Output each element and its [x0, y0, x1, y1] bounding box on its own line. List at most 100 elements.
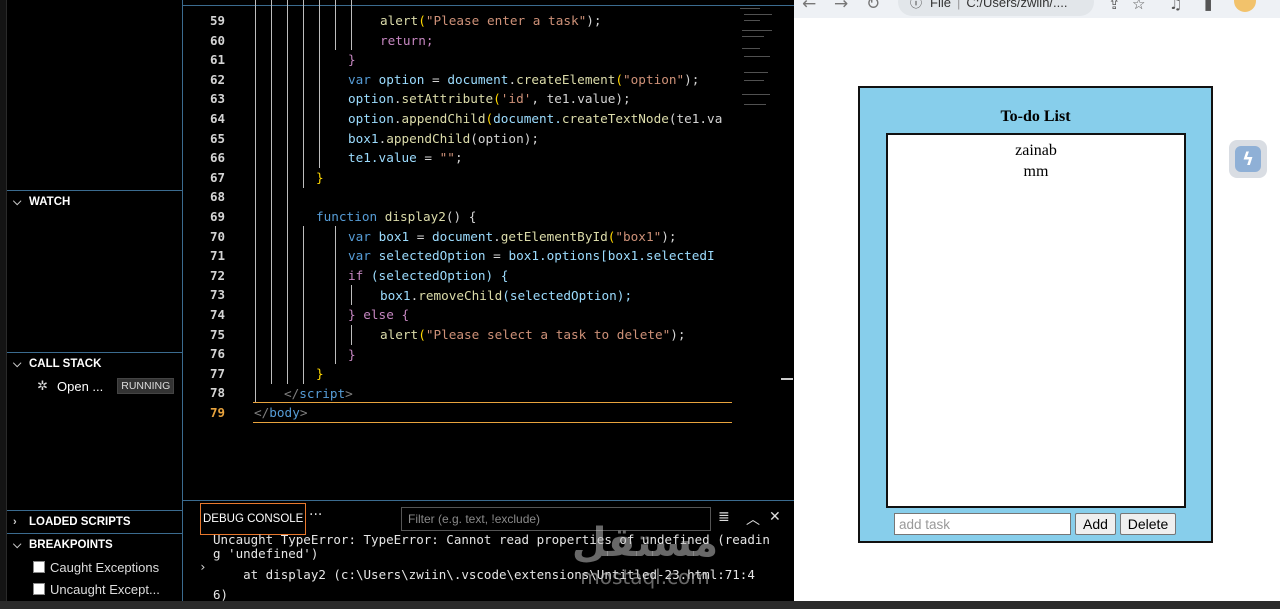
indent-guide	[255, 0, 256, 402]
line-number: 62	[209, 71, 225, 87]
list-item[interactable]: mm	[888, 161, 1184, 182]
address-bar[interactable]: ⓘ File | C:/Users/zwiin/....	[898, 0, 1094, 16]
reload-icon[interactable]: ↻	[866, 0, 880, 14]
todo-app: To-do List zainab mm add task Add Delete	[858, 86, 1213, 543]
editor-top-border	[183, 0, 794, 6]
more-actions-icon[interactable]: ···	[309, 507, 322, 523]
list-item[interactable]: zainab	[888, 140, 1184, 161]
add-button[interactable]: Add	[1075, 513, 1116, 535]
loaded-scripts-section: › LOADED SCRIPTS	[7, 510, 182, 533]
close-icon[interactable]: ✕	[769, 509, 781, 525]
share-icon[interactable]: ⇪	[1108, 0, 1121, 13]
indent-guide	[303, 0, 304, 188]
expand-chevron-icon[interactable]: ›	[199, 559, 207, 574]
code-token: (selectedOption);	[502, 288, 633, 303]
watch-label: WATCH	[29, 196, 71, 208]
code-token: =	[409, 229, 433, 244]
code-token: box1	[380, 288, 411, 303]
chevron-right-icon: ›	[13, 516, 17, 528]
code-line-65: box1.appendChild(option);	[348, 131, 539, 146]
code-token: document	[447, 72, 509, 87]
code-token: "box1"	[615, 229, 662, 244]
line-number: 68	[209, 189, 225, 205]
breakpoint-uncaught[interactable]: Uncaught Except...	[7, 578, 182, 600]
line-number: 60	[209, 32, 225, 48]
browser-toolbar: ← → ↻ ⓘ File | C:/Users/zwiin/.... ⇪ ☆ ♫…	[794, 0, 1280, 18]
code-token: }	[316, 170, 324, 185]
info-icon[interactable]: ⓘ	[910, 0, 922, 11]
code-editor[interactable]: 59 60 61 62 63 64 65 66 67 68 69 70 71 72 73 74 75 76 77 78…	[183, 0, 794, 500]
indent-guide	[287, 0, 288, 384]
indent-guide	[351, 0, 352, 50]
code-line-75: alert("Please select a task to delete");	[380, 327, 686, 342]
call-stack-section: ⌵ CALL STACK ✲ Open ... RUNNING	[7, 352, 182, 510]
code-token: "Please enter a task"	[425, 13, 587, 28]
todo-listbox[interactable]: zainab mm	[886, 133, 1186, 508]
code-token: var	[348, 248, 371, 263]
forward-icon[interactable]: →	[834, 0, 848, 14]
delete-button[interactable]: Delete	[1120, 513, 1176, 535]
checkbox[interactable]	[33, 561, 45, 573]
code-token: if	[348, 268, 364, 283]
url-text: C:/Users/zwiin/....	[966, 0, 1068, 10]
code-token: appendChild	[401, 111, 486, 126]
debug-sidebar: ⌵ WATCH ⌵ CALL STACK ✲ Open ... RUNNING …	[0, 0, 183, 609]
status-badge: RUNNING	[117, 378, 175, 394]
watch-section: ⌵ WATCH	[7, 190, 182, 352]
code-token: option	[348, 91, 394, 106]
code-token: display2	[384, 209, 446, 224]
activity-bar-edge	[0, 0, 7, 609]
code-token: =	[416, 150, 440, 165]
code-token: ""	[439, 150, 455, 165]
extension-floating-button[interactable]: ϟ	[1229, 140, 1267, 178]
code-token: te1.value	[348, 150, 417, 165]
checkbox[interactable]	[33, 583, 45, 595]
chevron-down-icon: ⌵	[13, 357, 22, 370]
breakpoint-caught[interactable]: Caught Exceptions	[7, 556, 182, 578]
sidepanel-icon[interactable]: ▮	[1204, 0, 1212, 13]
code-token: (option);	[470, 131, 539, 146]
chevron-down-icon: ⌵	[13, 195, 22, 208]
console-output-line: 6)	[213, 587, 229, 602]
code-token: else	[363, 307, 394, 322]
back-icon[interactable]: ←	[802, 0, 816, 14]
taskbar-edge	[0, 601, 1280, 609]
code-token: script	[299, 386, 346, 401]
code-line-79: </body>	[254, 403, 307, 423]
add-task-input[interactable]: add task	[894, 513, 1071, 535]
code-line-63: option.setAttribute('id', te1.value);	[348, 91, 631, 106]
code-token: var	[348, 72, 371, 87]
code-token: alert	[380, 13, 419, 28]
tab-debug-console[interactable]: DEBUG CONSOLE	[200, 503, 307, 535]
line-number: 66	[209, 150, 225, 166]
code-token: (selectedOption) {	[363, 268, 509, 283]
lightning-icon: ϟ	[1235, 146, 1261, 172]
code-line-76: }	[348, 345, 356, 365]
indent-guide	[303, 226, 304, 384]
line-number: 67	[209, 169, 225, 185]
scroll-indicator[interactable]	[781, 378, 793, 380]
minimap[interactable]	[738, 0, 780, 130]
code-token: );	[586, 13, 602, 28]
code-token: ;	[454, 150, 463, 165]
star-icon[interactable]: ☆	[1132, 0, 1145, 13]
code-token: document	[432, 229, 494, 244]
word-wrap-icon[interactable]: ≣	[718, 509, 730, 525]
line-number: 69	[209, 209, 225, 224]
loaded-scripts-header[interactable]: › LOADED SCRIPTS	[7, 511, 182, 533]
console-filter-input[interactable]: Filter (e.g. text, !exclude)	[401, 507, 711, 531]
call-stack-frame[interactable]: ✲ Open ... RUNNING	[7, 375, 182, 397]
call-stack-header[interactable]: ⌵ CALL STACK	[7, 353, 182, 375]
url-divider: |	[956, 0, 961, 10]
code-token: >	[345, 386, 353, 401]
chevron-up-icon[interactable]: ︿	[746, 509, 760, 529]
media-icon[interactable]: ♫	[1169, 0, 1182, 13]
code-token: var	[348, 229, 371, 244]
code-token: createTextNode	[561, 111, 669, 126]
breakpoint-label: Caught Exceptions	[50, 559, 160, 575]
code-line-72: if (selectedOption) {	[348, 266, 508, 286]
line-number: 74	[209, 307, 225, 322]
watch-header[interactable]: ⌵ WATCH	[7, 191, 182, 213]
avatar[interactable]	[1234, 0, 1256, 12]
breakpoints-header[interactable]: ⌵ BREAKPOINTS	[7, 534, 182, 556]
